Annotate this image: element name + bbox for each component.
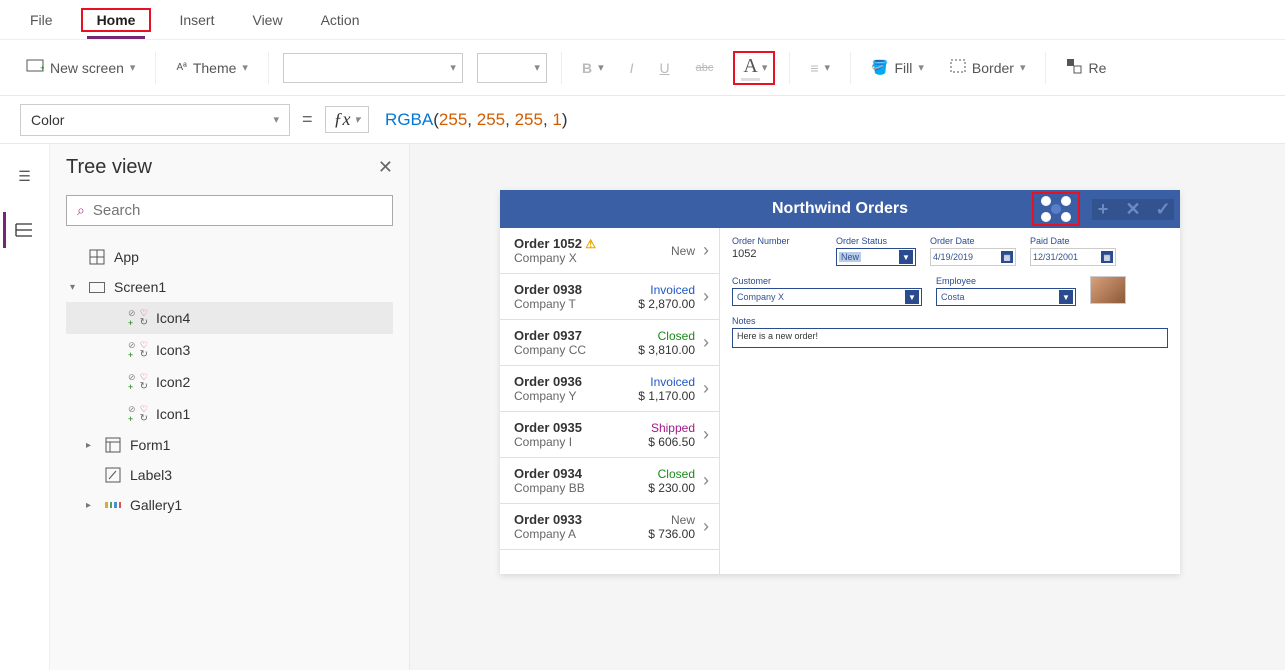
menu-home[interactable]: Home	[87, 4, 146, 39]
check-icon[interactable]: ✓	[1152, 199, 1174, 220]
font-color-button[interactable]: A▾	[733, 51, 775, 85]
italic-button[interactable]: I	[624, 56, 640, 80]
theme-icon: Aª	[176, 62, 186, 73]
customer-dropdown[interactable]: Company X▼	[732, 288, 922, 306]
order-status-dropdown[interactable]: New▼	[836, 248, 916, 266]
chevron-right-icon: ›	[703, 378, 709, 399]
order-list-item[interactable]: Order 0938Company TInvoiced$ 2,870.00›	[500, 274, 719, 320]
font-family-dropdown[interactable]: ▾	[283, 53, 463, 83]
label-icon	[104, 466, 122, 484]
order-list-item[interactable]: Order 1052 ⚠Company XNew›	[500, 228, 719, 274]
chevron-right-icon: ›	[703, 240, 709, 261]
tree-item-icon2[interactable]: ⊘♡+↻Icon2	[66, 366, 393, 398]
icon-control-icon: ⊘♡+↻	[128, 372, 148, 392]
paid-date-label: Paid Date	[1030, 236, 1116, 246]
warning-icon: ⚠	[582, 237, 596, 251]
font-size-dropdown[interactable]: ▾	[477, 53, 547, 83]
formula-input[interactable]: RGBA(255, 255, 255, 1)	[381, 106, 1265, 134]
chevron-down-icon: ▾	[242, 61, 248, 74]
chevron-right-icon: ›	[703, 516, 709, 537]
screen-icon: +	[26, 59, 44, 76]
employee-label: Employee	[936, 276, 1076, 286]
icon-control-icon: ⊘♡+↻	[128, 308, 148, 328]
app-title: Northwind Orders	[772, 200, 908, 218]
order-list-item[interactable]: Order 0936Company YInvoiced$ 1,170.00›	[500, 366, 719, 412]
fx-button[interactable]: ƒx ▾	[325, 106, 370, 133]
equals-sign: =	[302, 109, 313, 130]
tree-item-icon1[interactable]: ⊘♡+↻Icon1	[66, 398, 393, 430]
new-screen-button[interactable]: + New screen ▾	[20, 55, 141, 80]
underline-button[interactable]: U	[653, 56, 675, 80]
order-number-value: 1052	[732, 248, 822, 260]
employee-dropdown[interactable]: Costa▼	[936, 288, 1076, 306]
app-icon	[88, 248, 106, 266]
employee-photo	[1090, 276, 1126, 304]
menu-insert[interactable]: Insert	[169, 4, 224, 36]
reorder-button[interactable]: Re	[1060, 54, 1112, 81]
tree-item-form1[interactable]: ▸Form1	[66, 430, 393, 460]
svg-text:+: +	[40, 63, 44, 73]
hamburger-icon[interactable]: ☰	[7, 158, 43, 194]
app-canvas[interactable]: Northwind Orders + ✕ ✓ Or	[500, 190, 1180, 574]
cancel-icon[interactable]: ✕	[1122, 199, 1144, 220]
order-status-label: Order Status	[836, 236, 916, 246]
icon-control-icon: ⊘♡+↻	[128, 404, 148, 424]
close-icon[interactable]: ✕	[378, 157, 393, 178]
theme-button[interactable]: Aª Theme ▾	[170, 56, 253, 80]
paid-date-input[interactable]: 12/31/2001▦	[1030, 248, 1116, 266]
tree-item-icon3[interactable]: ⊘♡+↻Icon3	[66, 334, 393, 366]
search-input[interactable]: ⌕	[66, 195, 393, 226]
order-list-item[interactable]: Order 0934Company BBClosed$ 230.00›	[500, 458, 719, 504]
tree-screen1[interactable]: ▾ Screen1	[66, 272, 393, 302]
customer-label: Customer	[732, 276, 922, 286]
tree-view-rail-icon[interactable]	[3, 212, 39, 248]
form-icon	[104, 436, 122, 454]
collapse-icon[interactable]: ▾	[70, 282, 80, 293]
gallery-icon	[104, 496, 122, 514]
bold-button[interactable]: B▾	[576, 56, 610, 80]
strikethrough-button[interactable]: abc	[690, 58, 720, 78]
paint-bucket-icon: 🪣	[871, 59, 888, 76]
expand-icon[interactable]: ▸	[86, 500, 96, 511]
order-date-label: Order Date	[930, 236, 1016, 246]
chevron-right-icon: ›	[703, 286, 709, 307]
tree-item-gallery1[interactable]: ▸Gallery1	[66, 490, 393, 520]
reorder-icon	[1066, 58, 1082, 77]
property-selector[interactable]: Color ▾	[20, 104, 290, 136]
chevron-right-icon: ›	[703, 332, 709, 353]
align-icon: ≡	[810, 60, 818, 76]
order-list-item[interactable]: Order 0937Company CCClosed$ 3,810.00›	[500, 320, 719, 366]
menu-action[interactable]: Action	[311, 4, 370, 36]
chevron-down-icon: ▾	[273, 113, 279, 126]
menu-file[interactable]: File	[20, 4, 63, 36]
chevron-down-icon: ▾	[130, 61, 136, 74]
font-color-icon: A	[741, 55, 759, 81]
tree-app[interactable]: App	[66, 242, 393, 272]
align-button[interactable]: ≡▾	[804, 56, 836, 80]
fill-button[interactable]: 🪣 Fill ▾	[865, 55, 930, 80]
order-list-item[interactable]: Order 0933Company ANew$ 736.00›	[500, 504, 719, 550]
notes-label: Notes	[732, 316, 1168, 326]
calendar-icon: ▦	[1001, 251, 1013, 263]
screen-icon	[88, 278, 106, 296]
order-number-label: Order Number	[732, 236, 822, 246]
chevron-right-icon: ›	[703, 470, 709, 491]
notes-input[interactable]: Here is a new order!	[732, 328, 1168, 348]
order-list-item[interactable]: Order 0935Company IShipped$ 606.50›	[500, 412, 719, 458]
calendar-icon: ▦	[1101, 251, 1113, 263]
border-button[interactable]: Border ▾	[944, 55, 1032, 80]
border-icon	[950, 59, 966, 76]
order-date-input[interactable]: 4/19/2019▦	[930, 248, 1016, 266]
tree-item-label3[interactable]: Label3	[66, 460, 393, 490]
add-icon[interactable]: +	[1092, 199, 1114, 220]
tree-view-title: Tree view	[66, 156, 152, 179]
tree-item-icon4[interactable]: ⊘♡+↻Icon4	[66, 302, 393, 334]
filter-icon-highlighted[interactable]	[1032, 192, 1080, 226]
search-icon: ⌕	[77, 202, 85, 219]
expand-icon[interactable]: ▸	[86, 440, 96, 451]
chevron-right-icon: ›	[703, 424, 709, 445]
menu-view[interactable]: View	[242, 4, 292, 36]
icon-control-icon: ⊘♡+↻	[128, 340, 148, 360]
